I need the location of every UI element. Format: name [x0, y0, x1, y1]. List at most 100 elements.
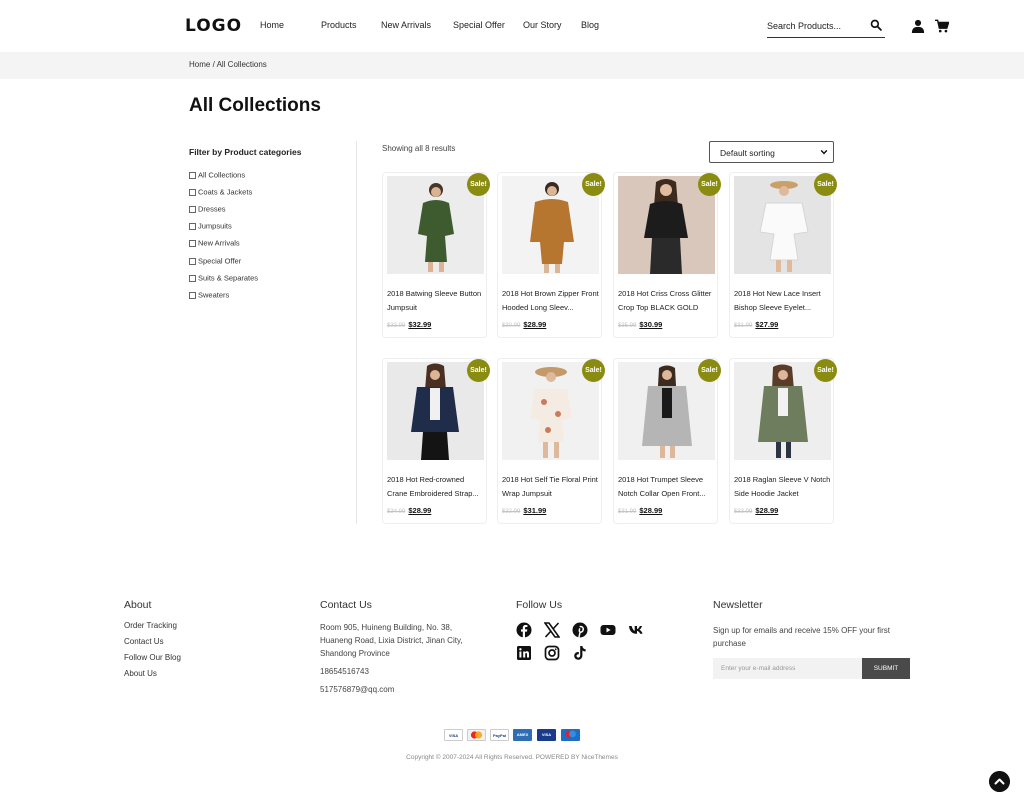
back-to-top-button[interactable]	[989, 771, 1010, 792]
product-card[interactable]: Sale! 2018 Raglan Sleeve V Notch Side Ho…	[729, 358, 837, 524]
search-icon[interactable]	[870, 19, 882, 31]
checkbox[interactable]	[189, 188, 196, 196]
contact-email[interactable]: 517576879@qq.com	[320, 683, 394, 696]
filter-sweaters[interactable]: Sweaters	[189, 290, 229, 302]
product-card[interactable]: Sale! 2018 Hot Criss Cross Glitter Crop …	[613, 172, 721, 338]
product-name[interactable]: 2018 Hot New Lace Insert Bishop Sleeve E…	[734, 287, 833, 315]
linkedin-icon[interactable]	[516, 645, 532, 661]
product-price: $33.99 $28.99	[734, 506, 778, 515]
footer-follow-title: Follow Us	[516, 599, 563, 611]
newsletter-email-input[interactable]	[713, 658, 862, 679]
contact-phone: 18654516743	[320, 667, 369, 676]
x-icon[interactable]	[544, 622, 560, 638]
product-card[interactable]: Sale! 2018 Hot Brown Zipper Front Hooded…	[497, 172, 605, 338]
sale-price: $30.99	[639, 320, 663, 329]
old-price: $33.99	[387, 323, 406, 329]
product-price: $31.99 $28.99	[618, 506, 662, 515]
product-name[interactable]: 2018 Batwing Sleeve Button Jumpsuit	[387, 287, 486, 315]
filter-dresses[interactable]: Dresses	[189, 204, 226, 216]
copyright: Copyright © 2007-2024 All Rights Reserve…	[406, 754, 618, 761]
sale-badge: Sale!	[698, 359, 721, 382]
product-price: $34.99 $28.99	[387, 506, 431, 515]
product-name[interactable]: 2018 Hot Brown Zipper Front Hooded Long …	[502, 287, 601, 315]
old-price: $32.99	[502, 509, 521, 515]
sale-price: $28.99	[755, 506, 779, 515]
sale-badge: Sale!	[814, 359, 837, 382]
sale-badge: Sale!	[467, 173, 490, 196]
nav-special-offer[interactable]: Special Offer	[453, 20, 505, 30]
instagram-icon[interactable]	[544, 645, 560, 661]
sale-price: $28.99	[523, 320, 547, 329]
product-name[interactable]: 2018 Hot Criss Cross Glitter Crop Top BL…	[618, 287, 717, 315]
tiktok-icon[interactable]	[572, 645, 588, 661]
nav-our-story[interactable]: Our Story	[523, 20, 562, 30]
vk-icon[interactable]	[628, 622, 644, 638]
sale-price: $31.99	[523, 506, 547, 515]
footer-link-order-tracking[interactable]: Order Tracking	[124, 621, 177, 630]
sale-badge: Sale!	[582, 359, 605, 382]
pinterest-icon[interactable]	[572, 622, 588, 638]
sort-select[interactable]: Default sorting	[709, 141, 834, 163]
filter-new-arrivals[interactable]: New Arrivals	[189, 238, 240, 250]
user-icon[interactable]	[911, 19, 925, 33]
sale-price: $27.99	[755, 320, 779, 329]
product-name[interactable]: 2018 Hot Red-crowned Crane Embroidered S…	[387, 473, 486, 501]
mastercard-icon	[467, 729, 486, 741]
footer-newsletter-title: Newsletter	[713, 599, 763, 611]
footer-link-follow-blog[interactable]: Follow Our Blog	[124, 653, 181, 662]
product-card[interactable]: Sale! 2018 Hot New Lace Insert Bishop Sl…	[729, 172, 837, 338]
checkbox[interactable]	[189, 171, 196, 179]
filter-label: Coats & Jackets	[198, 187, 253, 197]
facebook-icon[interactable]	[516, 622, 532, 638]
breadcrumb-bar: Home / All Collections	[0, 52, 1024, 79]
filter-suits-separates[interactable]: Suits & Separates	[189, 273, 258, 285]
paypal-icon: PayPal	[490, 729, 509, 741]
product-card[interactable]: Sale! 2018 Batwing Sleeve Button Jumpsui…	[382, 172, 490, 338]
product-card[interactable]: Sale! 2018 Hot Trumpet Sleeve Notch Coll…	[613, 358, 721, 524]
product-card[interactable]: Sale! 2018 Hot Red-crowned Crane Embroid…	[382, 358, 490, 524]
nav-blog[interactable]: Blog	[581, 20, 599, 30]
sale-badge: Sale!	[814, 173, 837, 196]
nav-new-arrivals[interactable]: New Arrivals	[381, 20, 431, 30]
product-name[interactable]: 2018 Raglan Sleeve V Notch Side Hoodie J…	[734, 473, 833, 501]
product-card[interactable]: Sale! 2018 Hot Self Tie Floral Print Wra…	[497, 358, 605, 524]
checkbox[interactable]	[189, 222, 196, 230]
visa-electron-icon: VISA	[537, 729, 556, 741]
product-name[interactable]: 2018 Hot Self Tie Floral Print Wrap Jump…	[502, 473, 601, 501]
filter-label: Special Offer	[198, 256, 242, 266]
result-count: Showing all 8 results	[382, 144, 456, 153]
footer-link-contact-us[interactable]: Contact Us	[124, 637, 164, 646]
nav-home[interactable]: Home	[260, 20, 284, 30]
search-input[interactable]	[767, 19, 863, 33]
footer-link-about-us[interactable]: About Us	[124, 669, 157, 678]
chevron-down-icon	[820, 149, 828, 155]
filter-all-collections[interactable]: All Collections	[189, 170, 245, 182]
filter-coats-jackets[interactable]: Coats & Jackets	[189, 187, 252, 199]
filter-label: Sweaters	[198, 290, 230, 300]
product-name[interactable]: 2018 Hot Trumpet Sleeve Notch Collar Ope…	[618, 473, 717, 501]
checkbox[interactable]	[189, 291, 196, 299]
checkbox[interactable]	[189, 205, 196, 213]
youtube-icon[interactable]	[600, 622, 616, 638]
sale-price: $28.99	[639, 506, 663, 515]
filter-special-offer[interactable]: Special Offer	[189, 256, 241, 268]
filter-label: All Collections	[198, 170, 246, 180]
checkbox[interactable]	[189, 257, 196, 265]
old-price: $35.99	[618, 323, 637, 329]
site-header: LOGO Home Products New Arrivals Special …	[0, 0, 1024, 52]
sale-badge: Sale!	[467, 359, 490, 382]
cart-icon[interactable]	[935, 19, 949, 33]
nav-products[interactable]: Products	[321, 20, 357, 30]
sale-price: $28.99	[408, 506, 432, 515]
newsletter-text: Sign up for emails and receive 15% OFF y…	[713, 626, 890, 648]
site-logo[interactable]: LOGO	[185, 16, 242, 36]
filter-label: Dresses	[198, 204, 226, 214]
old-price: $34.99	[387, 509, 406, 515]
checkbox[interactable]	[189, 239, 196, 247]
checkbox[interactable]	[189, 274, 196, 282]
search-box	[767, 18, 885, 38]
filter-jumpsuits[interactable]: Jumpsuits	[189, 221, 232, 233]
sale-badge: Sale!	[698, 173, 721, 196]
newsletter-submit-button[interactable]: SUBMIT	[862, 658, 910, 679]
breadcrumb[interactable]: Home / All Collections	[189, 60, 267, 69]
